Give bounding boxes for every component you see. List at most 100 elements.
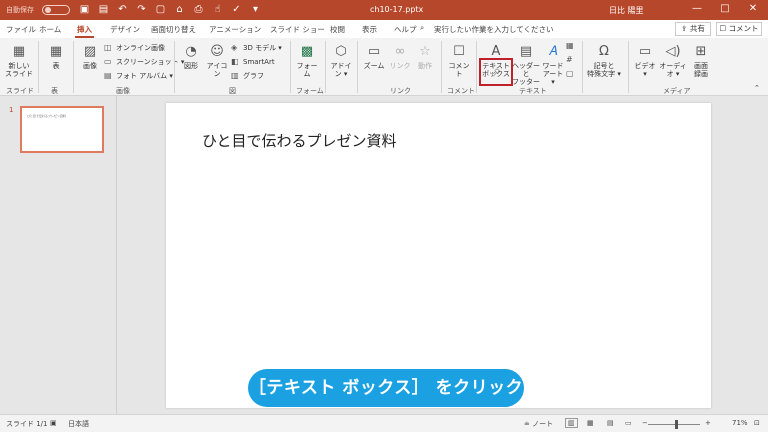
zoom-level[interactable]: 71% <box>732 419 748 427</box>
forms-label: フォー <box>296 62 318 70</box>
tab-transitions[interactable]: 画面切り替え <box>151 24 196 35</box>
mouse-cursor-icon: ➚ <box>491 66 501 79</box>
tab-help[interactable]: ヘルプ <box>394 24 417 35</box>
new-icon[interactable]: ▢ <box>154 3 167 16</box>
slide-canvas[interactable]: ひと目で伝わるプレゼン資料 <box>166 103 711 408</box>
zoom-slider-thumb[interactable] <box>675 420 678 429</box>
status-bar: スライド 1/1 ▣ 日本語 ≐ ノート ▥ ▦ ▤ ▭ − + 71% ⊡ <box>0 414 768 432</box>
tab-insert[interactable]: 挿入 <box>75 24 94 38</box>
new-slide-button[interactable]: ▦ 新しい スライド <box>4 44 34 78</box>
fit-slide-icon[interactable]: ⊡ <box>754 419 760 427</box>
link-button[interactable]: ∞ リンク <box>389 44 411 70</box>
screenshot-label: スクリーンショット <box>116 58 179 66</box>
zoom-button[interactable]: ▭ ズーム <box>362 44 386 70</box>
table-button[interactable]: ▦ 表 <box>43 44 69 70</box>
photo-album-icon: ▤ <box>104 71 112 80</box>
separator <box>441 41 442 93</box>
audio-button[interactable]: ◁) オーディオ ▾ <box>658 44 688 78</box>
screenshot-button[interactable]: ▭ スクリーンショット ▾ <box>104 57 184 67</box>
autosave-toggle[interactable] <box>42 5 70 15</box>
icons-icon: ☺ <box>210 44 224 59</box>
action-button[interactable]: ☆ 動作 <box>414 44 436 70</box>
object-icon: ▢ <box>566 69 574 78</box>
tab-home[interactable]: ホーム <box>39 24 61 35</box>
slide-number: 1 <box>9 106 14 114</box>
autosave-label: 自動保存 <box>6 6 34 14</box>
wordart-button[interactable]: 𝐴 ワード アート ▾ <box>541 44 565 86</box>
video-label: ビデオ <box>634 62 656 70</box>
screen-record-icon: ⊞ <box>695 44 707 59</box>
forms-button[interactable]: ▩ フォー ム <box>294 44 320 78</box>
date-time-button[interactable]: ▦ <box>566 41 578 50</box>
save-icon[interactable]: ▣ <box>78 3 91 16</box>
separator <box>325 41 326 93</box>
picture-button[interactable]: ▨ 画像 <box>78 44 102 70</box>
zoom-in-icon[interactable]: + <box>705 419 711 427</box>
tab-animations[interactable]: アニメーション <box>209 24 261 35</box>
video-button[interactable]: ▭ ビデオ ▾ <box>633 44 657 78</box>
tell-me-input[interactable]: 実行したい作業を入力してください <box>434 24 554 35</box>
accessibility-icon[interactable]: ▣ <box>50 419 57 427</box>
separator <box>174 41 175 93</box>
group-label-media: メディア <box>663 87 691 95</box>
icons-button[interactable]: ☺ アイコン <box>204 44 230 78</box>
slideshow-view-icon[interactable]: ▭ <box>625 419 632 427</box>
print-icon[interactable]: ⎙ <box>192 3 205 16</box>
photo-album-label: フォト アルバム <box>116 72 168 80</box>
slide-title-text[interactable]: ひと目で伝わるプレゼン資料 <box>202 130 397 151</box>
wordart-label: ワード <box>542 62 564 70</box>
notes-button[interactable]: ≐ ノート <box>524 419 553 429</box>
sorter-view-icon[interactable]: ▦ <box>587 419 594 427</box>
tab-review[interactable]: 校閲 <box>330 24 345 35</box>
symbols-label: 記号と <box>593 62 615 70</box>
photo-album-button[interactable]: ▤ フォト アルバム ▾ <box>104 71 173 81</box>
speaker-icon: ◁) <box>665 44 681 59</box>
present-icon[interactable]: ▤ <box>97 3 110 16</box>
language-label[interactable]: 日本語 <box>68 419 89 429</box>
ribbon: ▦ 新しい スライド スライド ▦ 表 表 ▨ 画像 ◫ オンライン画像 ▭ スクリ… <box>0 38 768 96</box>
maximize-button[interactable]: □ <box>718 3 732 14</box>
zoom-out-icon[interactable]: − <box>642 419 648 427</box>
header-footer-label: ヘッダーと <box>512 62 540 78</box>
shapes-button[interactable]: ◔ 図形 <box>180 44 202 70</box>
user-name[interactable]: 日比 陽里 <box>609 5 644 16</box>
normal-view-icon[interactable]: ▥ <box>565 418 578 428</box>
smartart-button[interactable]: ◧ SmartArt <box>231 57 275 66</box>
slide-thumbnail[interactable]: ひと目で伝わるプレゼン資料 <box>20 106 104 153</box>
screen-recording-button[interactable]: ⊞ 画面 録画 <box>690 44 712 78</box>
header-footer-button[interactable]: ▤ ヘッダーと フッター <box>512 44 540 86</box>
open-icon[interactable]: ⌂ <box>173 3 186 16</box>
group-label-links: リンク <box>390 87 411 95</box>
spell-icon[interactable]: ✓ <box>230 3 243 16</box>
tab-slideshow[interactable]: スライド ショー <box>270 24 325 35</box>
customize-icon[interactable]: ▾ <box>249 3 262 16</box>
touch-icon[interactable]: ☝ <box>211 3 224 16</box>
new-comment-button[interactable]: ☐ コメント <box>446 44 472 78</box>
group-label-images: 画像 <box>116 87 130 95</box>
object-button[interactable]: ▢ <box>566 69 578 78</box>
group-label-illustrations: 図 <box>229 87 236 95</box>
symbols-button[interactable]: Ω 記号と 特殊文字 ▾ <box>586 44 622 78</box>
tab-file[interactable]: ファイル <box>6 24 36 35</box>
collapse-ribbon-icon[interactable]: ⌃ <box>754 84 760 92</box>
share-button[interactable]: ⇪ 共有 <box>675 22 711 36</box>
picture-icon: ▨ <box>83 44 97 59</box>
tab-view[interactable]: 表示 <box>362 24 377 35</box>
minimize-button[interactable]: — <box>690 3 704 14</box>
redo-icon[interactable]: ↷ <box>135 3 148 16</box>
addins-button[interactable]: ⬡ アドイ ン ▾ <box>329 44 353 78</box>
share-label: 共有 <box>689 24 705 33</box>
slide-number-button[interactable]: # <box>566 55 578 64</box>
comments-button[interactable]: ☐ コメント <box>716 22 762 36</box>
separator <box>290 41 291 93</box>
tab-design[interactable]: デザイン <box>110 24 140 35</box>
chart-icon: ▥ <box>231 71 239 80</box>
zoom-slider[interactable] <box>648 424 700 425</box>
reading-view-icon[interactable]: ▤ <box>607 419 614 427</box>
chart-button[interactable]: ▥ グラフ <box>231 71 264 81</box>
new-slide-label: 新しい <box>8 62 30 70</box>
3d-models-button[interactable]: ◈ 3D モデル ▾ <box>231 43 282 53</box>
close-button[interactable]: ✕ <box>746 3 760 14</box>
undo-icon[interactable]: ↶ <box>116 3 129 16</box>
online-pictures-button[interactable]: ◫ オンライン画像 <box>104 43 165 53</box>
